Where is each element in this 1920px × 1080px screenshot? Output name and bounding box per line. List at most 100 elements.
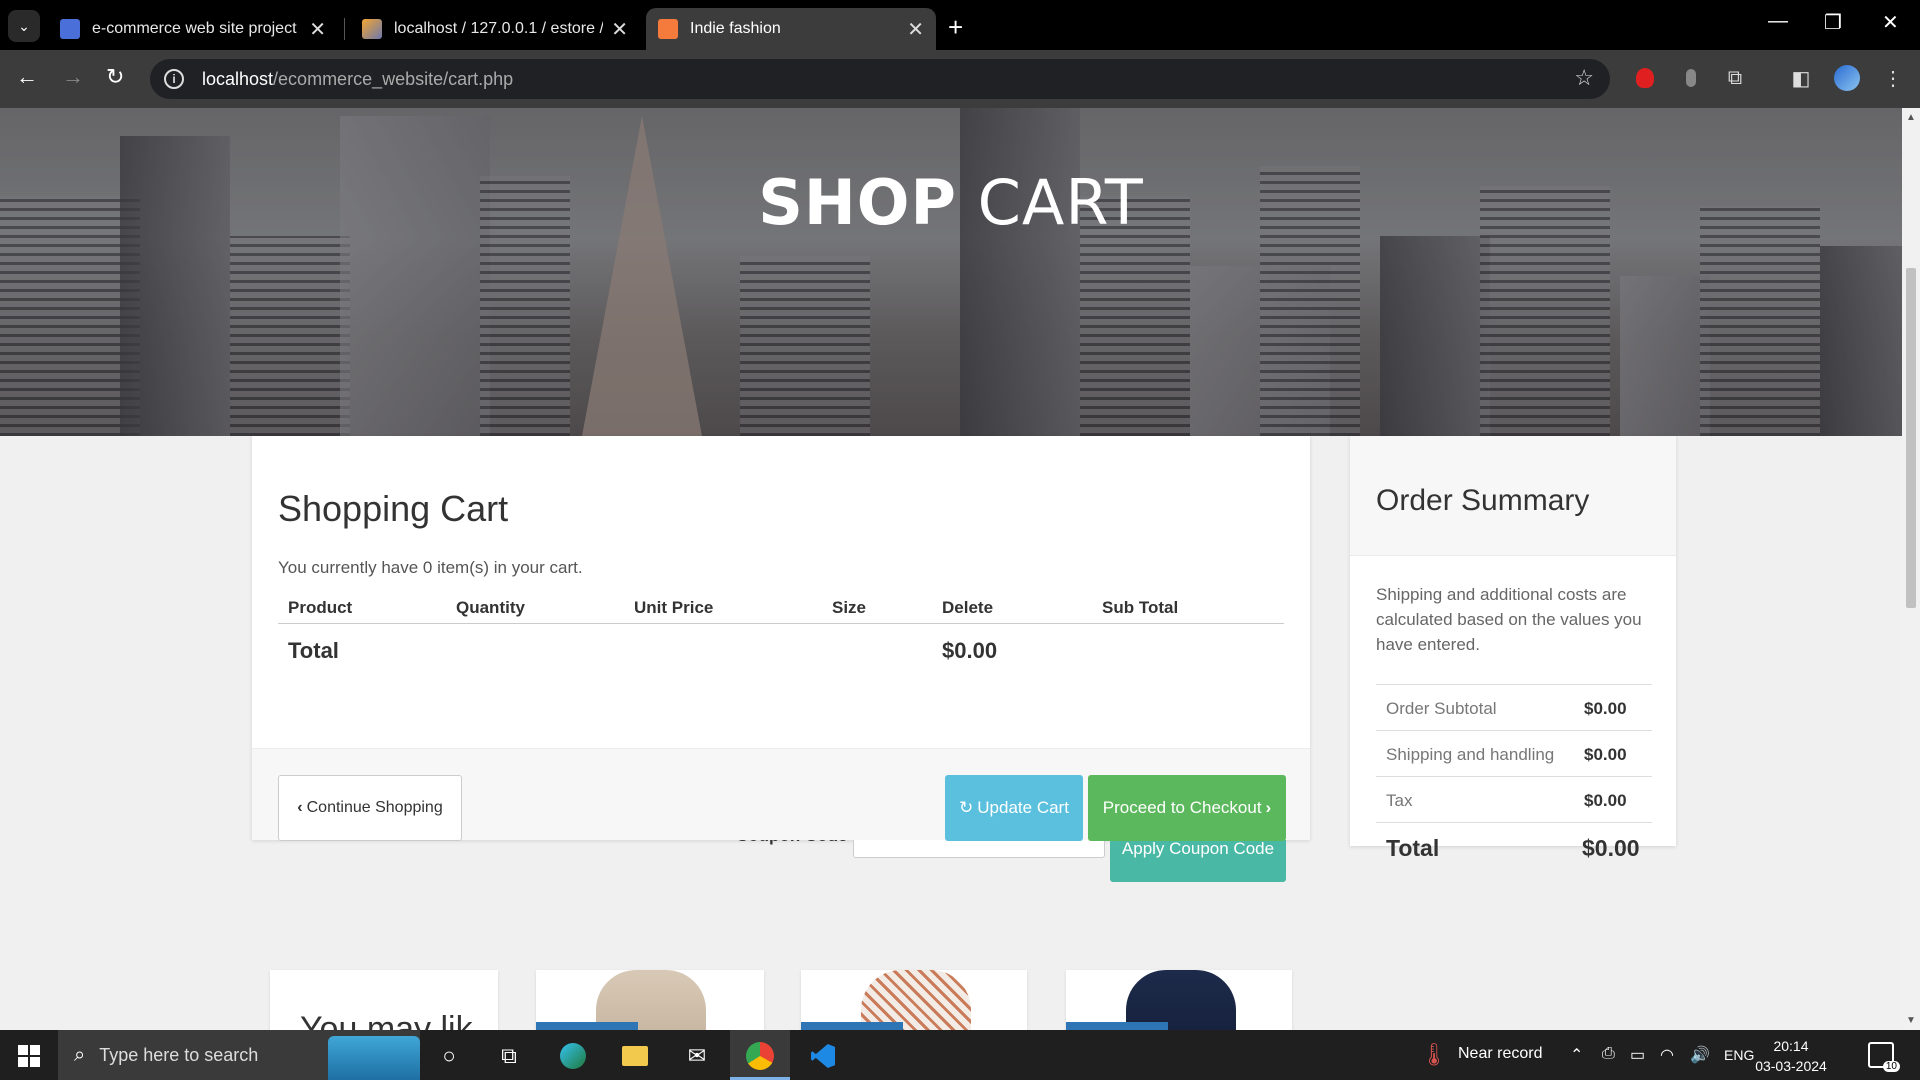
- notification-center-icon[interactable]: 10: [1868, 1042, 1900, 1072]
- extensions-puzzle-icon[interactable]: ⧉: [1722, 65, 1748, 91]
- summary-row-shipping: Shipping and handling $0.00: [1376, 731, 1652, 777]
- mail-icon[interactable]: ✉: [682, 1041, 712, 1071]
- cart-actions-footer: ‹ Continue Shopping ↻ Update Cart Procee…: [252, 748, 1310, 841]
- volume-icon[interactable]: 🔊: [1690, 1045, 1710, 1065]
- close-tab-icon[interactable]: ✕: [611, 17, 628, 42]
- windows-taskbar: ⌕ Type here to search ○ ⧉ ✉ 🌡 Near recor…: [0, 1030, 1920, 1080]
- product-image[interactable]: [861, 970, 971, 1030]
- address-bar[interactable]: i localhost/ecommerce_website/cart.php ☆: [150, 59, 1610, 99]
- order-summary-heading: Order Summary: [1376, 484, 1590, 517]
- temperature-icon[interactable]: 🌡: [1420, 1042, 1448, 1068]
- tab-search-button[interactable]: ⌄: [8, 10, 40, 42]
- device-icon[interactable]: ⎙: [1602, 1045, 1615, 1063]
- cart-total-label: Total: [288, 638, 339, 663]
- tab-ecommerce-project[interactable]: e-commerce web site project | F ✕: [48, 8, 338, 50]
- chrome-icon: [746, 1042, 774, 1070]
- phpmyadmin-favicon-icon: [362, 19, 382, 39]
- taskbar-search-box[interactable]: ⌕ Type here to search: [58, 1030, 420, 1080]
- proceed-to-checkout-button[interactable]: Proceed to Checkout ›: [1088, 775, 1286, 841]
- edge-icon[interactable]: [558, 1041, 588, 1071]
- close-tab-icon[interactable]: ✕: [309, 17, 326, 42]
- search-icon: ⌕: [74, 1043, 86, 1066]
- column-quantity: Quantity: [456, 598, 525, 617]
- page-scrollbar[interactable]: ▲ ▼: [1902, 108, 1920, 1030]
- notification-count: 10: [1882, 1061, 1900, 1072]
- close-tab-icon[interactable]: ✕: [907, 17, 924, 42]
- file-explorer-icon[interactable]: [620, 1041, 650, 1071]
- hero-banner: SHOP CART: [0, 108, 1902, 436]
- column-delete: Delete: [942, 598, 994, 617]
- chevron-left-icon: ‹: [297, 799, 303, 816]
- forward-icon[interactable]: →: [62, 64, 84, 90]
- continue-shopping-button[interactable]: ‹ Continue Shopping: [278, 775, 462, 841]
- page-title: SHOP CART: [758, 166, 1144, 239]
- page-viewport: SHOP CART Shopping Cart You currently ha…: [0, 108, 1902, 1030]
- order-summary-note: Shipping and additional costs are calcul…: [1376, 585, 1642, 654]
- task-view-icon[interactable]: ⧉: [494, 1041, 524, 1071]
- url-text: localhost/ecommerce_website/cart.php: [202, 68, 514, 89]
- windows-start-icon[interactable]: [18, 1045, 40, 1067]
- scroll-up-icon[interactable]: ▲: [1906, 112, 1916, 123]
- product-image[interactable]: [596, 970, 706, 1030]
- bookmark-star-icon[interactable]: ☆: [1574, 65, 1594, 91]
- extension-red-icon[interactable]: [1632, 65, 1658, 91]
- side-panel-icon[interactable]: ◧: [1788, 65, 1814, 91]
- reload-icon[interactable]: ↻: [106, 64, 124, 90]
- product-card[interactable]: [1066, 970, 1292, 1030]
- tab-indie-fashion[interactable]: Indie fashion ✕: [646, 8, 936, 50]
- wifi-icon[interactable]: ◠: [1660, 1045, 1674, 1065]
- cart-heading: Shopping Cart: [278, 488, 509, 529]
- column-subtotal: Sub Total: [1102, 598, 1179, 617]
- refresh-icon: ↻: [959, 798, 974, 817]
- order-summary-panel: Order Summary Shipping and additional co…: [1350, 436, 1676, 861]
- product-image[interactable]: [1126, 970, 1236, 1030]
- cortana-icon[interactable]: ○: [434, 1041, 464, 1071]
- order-summary-table: Order Subtotal $0.00 Shipping and handli…: [1376, 684, 1652, 873]
- product-tag: [1066, 1022, 1168, 1030]
- back-icon[interactable]: ←: [16, 64, 38, 90]
- update-cart-button[interactable]: ↻ Update Cart: [945, 775, 1083, 841]
- tab-phpmyadmin[interactable]: localhost / 127.0.0.1 / estore / c ✕: [350, 8, 640, 50]
- product-tag: [536, 1022, 638, 1030]
- scroll-down-icon[interactable]: ▼: [1906, 1015, 1916, 1026]
- chrome-taskbar-button[interactable]: [730, 1030, 790, 1080]
- close-window-icon[interactable]: ✕: [1882, 10, 1899, 35]
- you-may-like-heading: You may lik: [300, 1010, 473, 1030]
- summary-row-total: Total $0.00: [1386, 835, 1640, 861]
- battery-icon[interactable]: ▭: [1630, 1045, 1645, 1065]
- product-card[interactable]: [801, 970, 1027, 1030]
- browser-toolbar: ← → ↻ i localhost/ecommerce_website/cart…: [0, 50, 1920, 108]
- search-highlight-image: [328, 1036, 420, 1080]
- tab-separator: [344, 18, 345, 40]
- profile-avatar[interactable]: [1834, 65, 1860, 91]
- chevron-right-icon: ›: [1265, 798, 1272, 817]
- restore-icon[interactable]: ❐: [1824, 10, 1842, 35]
- new-tab-icon[interactable]: +: [948, 12, 963, 43]
- column-unit-price: Unit Price: [634, 598, 714, 617]
- browser-menu-icon[interactable]: ⋮: [1880, 65, 1906, 91]
- vscode-icon[interactable]: [808, 1041, 838, 1071]
- order-summary-header: Order Summary: [1350, 436, 1676, 556]
- weather-text[interactable]: Near record: [1458, 1045, 1542, 1063]
- summary-row-subtotal: Order Subtotal $0.00: [1376, 685, 1652, 731]
- show-hidden-icons[interactable]: ⌃: [1570, 1045, 1583, 1065]
- extension-gray-icon[interactable]: [1678, 65, 1704, 91]
- cart-item-count: You currently have 0 item(s) in your car…: [278, 558, 583, 577]
- column-product: Product: [288, 598, 353, 617]
- column-size: Size: [832, 598, 867, 617]
- site-info-icon[interactable]: i: [164, 69, 184, 89]
- you-may-like-box: You may lik: [270, 970, 498, 1030]
- summary-row-tax: Tax $0.00: [1376, 777, 1652, 823]
- browser-tab-bar: ⌄ e-commerce web site project | F ✕ loca…: [0, 0, 1920, 50]
- cart-table-header: Product Quantity Unit Price Size Delete …: [278, 586, 1284, 624]
- shopping-cart-panel: Shopping Cart You currently have 0 item(…: [252, 436, 1310, 882]
- minimize-icon[interactable]: —: [1768, 10, 1788, 33]
- cart-total-row: Total $0.00: [278, 624, 1284, 674]
- cart-table: Product Quantity Unit Price Size Delete …: [278, 586, 1284, 674]
- product-tag: [801, 1022, 903, 1030]
- cart-total-value: $0.00: [942, 638, 998, 663]
- product-card[interactable]: [536, 970, 764, 1030]
- tab-favicon-icon: [60, 19, 80, 39]
- taskbar-clock[interactable]: 20:14 03-03-2024: [1744, 1036, 1838, 1076]
- scrollbar-thumb[interactable]: [1906, 268, 1916, 608]
